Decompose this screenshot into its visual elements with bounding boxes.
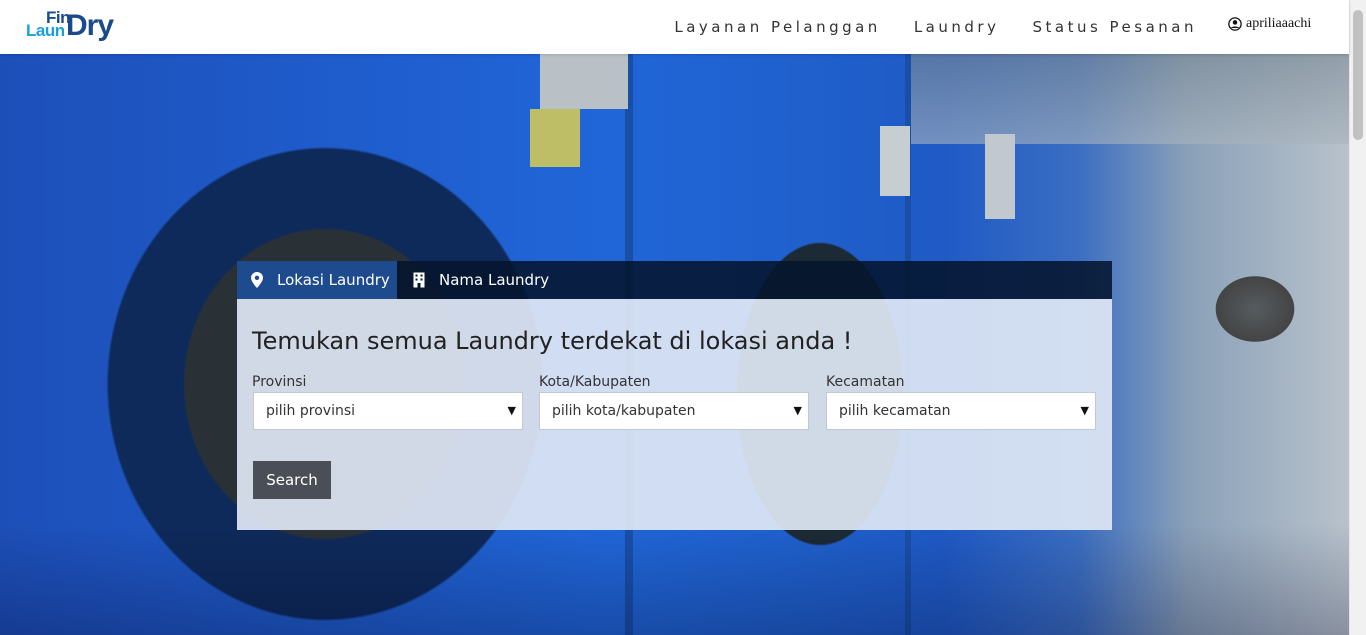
dropdown-arrow-icon: ▼: [793, 404, 802, 417]
tab-label: Nama Laundry: [439, 271, 550, 289]
kecamatan-selected-value: pilih kecamatan: [839, 403, 951, 419]
page-scrollbar[interactable]: [1349, 0, 1366, 635]
tab-lokasi-laundry[interactable]: Lokasi Laundry: [237, 261, 397, 299]
kecamatan-label: Kecamatan: [826, 374, 905, 390]
logo-text-laun: Laun: [26, 21, 65, 40]
kota-kabupaten-label: Kota/Kabupaten: [539, 374, 651, 390]
tab-nama-laundry[interactable]: Nama Laundry: [397, 261, 567, 299]
nav-link-laundry[interactable]: Laundry: [914, 18, 1000, 36]
nav-link-status-pesanan[interactable]: Status Pesanan: [1032, 18, 1197, 36]
logo-text-dry: Dry: [66, 9, 114, 42]
findry-logo[interactable]: Fin Laun Dry: [26, 8, 138, 44]
map-marker-icon: [251, 272, 263, 288]
dropdown-arrow-icon: ▼: [1080, 404, 1089, 417]
nav-menu: Layanan Pelanggan Laundry Status Pesanan: [641, 0, 1197, 54]
search-heading: Temukan semua Laundry terdekat di lokasi…: [252, 327, 853, 355]
top-navbar: Fin Laun Dry Layanan Pelanggan Laundry S…: [0, 0, 1349, 54]
kecamatan-select[interactable]: pilih kecamatan ▼: [826, 392, 1096, 430]
search-button[interactable]: Search: [253, 461, 331, 499]
dropdown-arrow-icon: ▼: [507, 404, 516, 417]
user-account-link[interactable]: apriliaaachi: [1228, 16, 1311, 32]
search-panel: Temukan semua Laundry terdekat di lokasi…: [237, 299, 1112, 530]
user-circle-icon: [1228, 17, 1242, 31]
provinsi-selected-value: pilih provinsi: [266, 403, 356, 419]
tab-label: Lokasi Laundry: [277, 271, 390, 289]
building-icon: [413, 272, 425, 288]
nav-link-layanan-pelanggan[interactable]: Layanan Pelanggan: [674, 18, 880, 36]
search-tabs: Lokasi Laundry Nama Laundry: [237, 261, 1112, 299]
provinsi-select[interactable]: pilih provinsi ▼: [253, 392, 523, 430]
scrollbar-thumb[interactable]: [1353, 10, 1363, 140]
username: apriliaaachi: [1246, 16, 1312, 31]
provinsi-label: Provinsi: [252, 374, 307, 390]
kota-kabupaten-select[interactable]: pilih kota/kabupaten ▼: [539, 392, 809, 430]
kota-kabupaten-selected-value: pilih kota/kabupaten: [552, 403, 696, 419]
